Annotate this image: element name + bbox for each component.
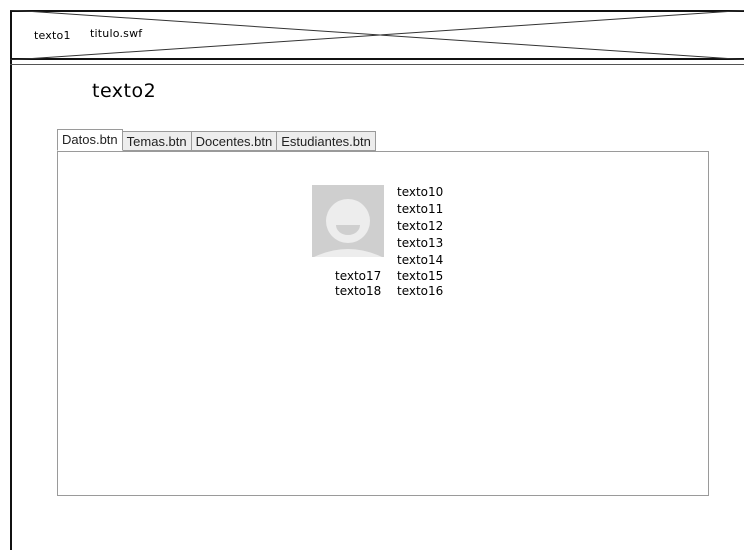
profile-field: texto15: [397, 269, 444, 283]
profile-field: texto10: [397, 185, 444, 199]
page-title: texto2: [92, 80, 157, 102]
header-file-title: titulo.swf: [90, 27, 143, 40]
user-avatar-icon: [312, 185, 384, 257]
header-divider: [10, 64, 744, 65]
profile-fields-right-lower: texto15 texto16: [397, 269, 443, 299]
profile-fields-right: texto10 texto11 texto12 texto13 texto14: [397, 184, 443, 269]
profile-field: texto17: [335, 269, 382, 283]
profile-field: texto12: [397, 219, 444, 233]
profile-field: texto14: [397, 253, 444, 267]
profile-field: texto13: [397, 236, 444, 250]
tab-datos[interactable]: Datos.btn: [57, 129, 123, 151]
header-text: texto1: [34, 29, 71, 42]
tab-bar: Datos.btn Temas.btn Docentes.btn Estudia…: [57, 129, 376, 151]
profile-fields-left: texto17 texto18: [335, 269, 381, 299]
tab-estudiantes[interactable]: Estudiantes.btn: [277, 131, 376, 151]
profile-field: texto18: [335, 284, 382, 298]
profile-field: texto16: [397, 284, 444, 298]
profile-field: texto11: [397, 202, 444, 216]
tab-temas[interactable]: Temas.btn: [122, 131, 192, 151]
tab-docentes[interactable]: Docentes.btn: [191, 131, 278, 151]
